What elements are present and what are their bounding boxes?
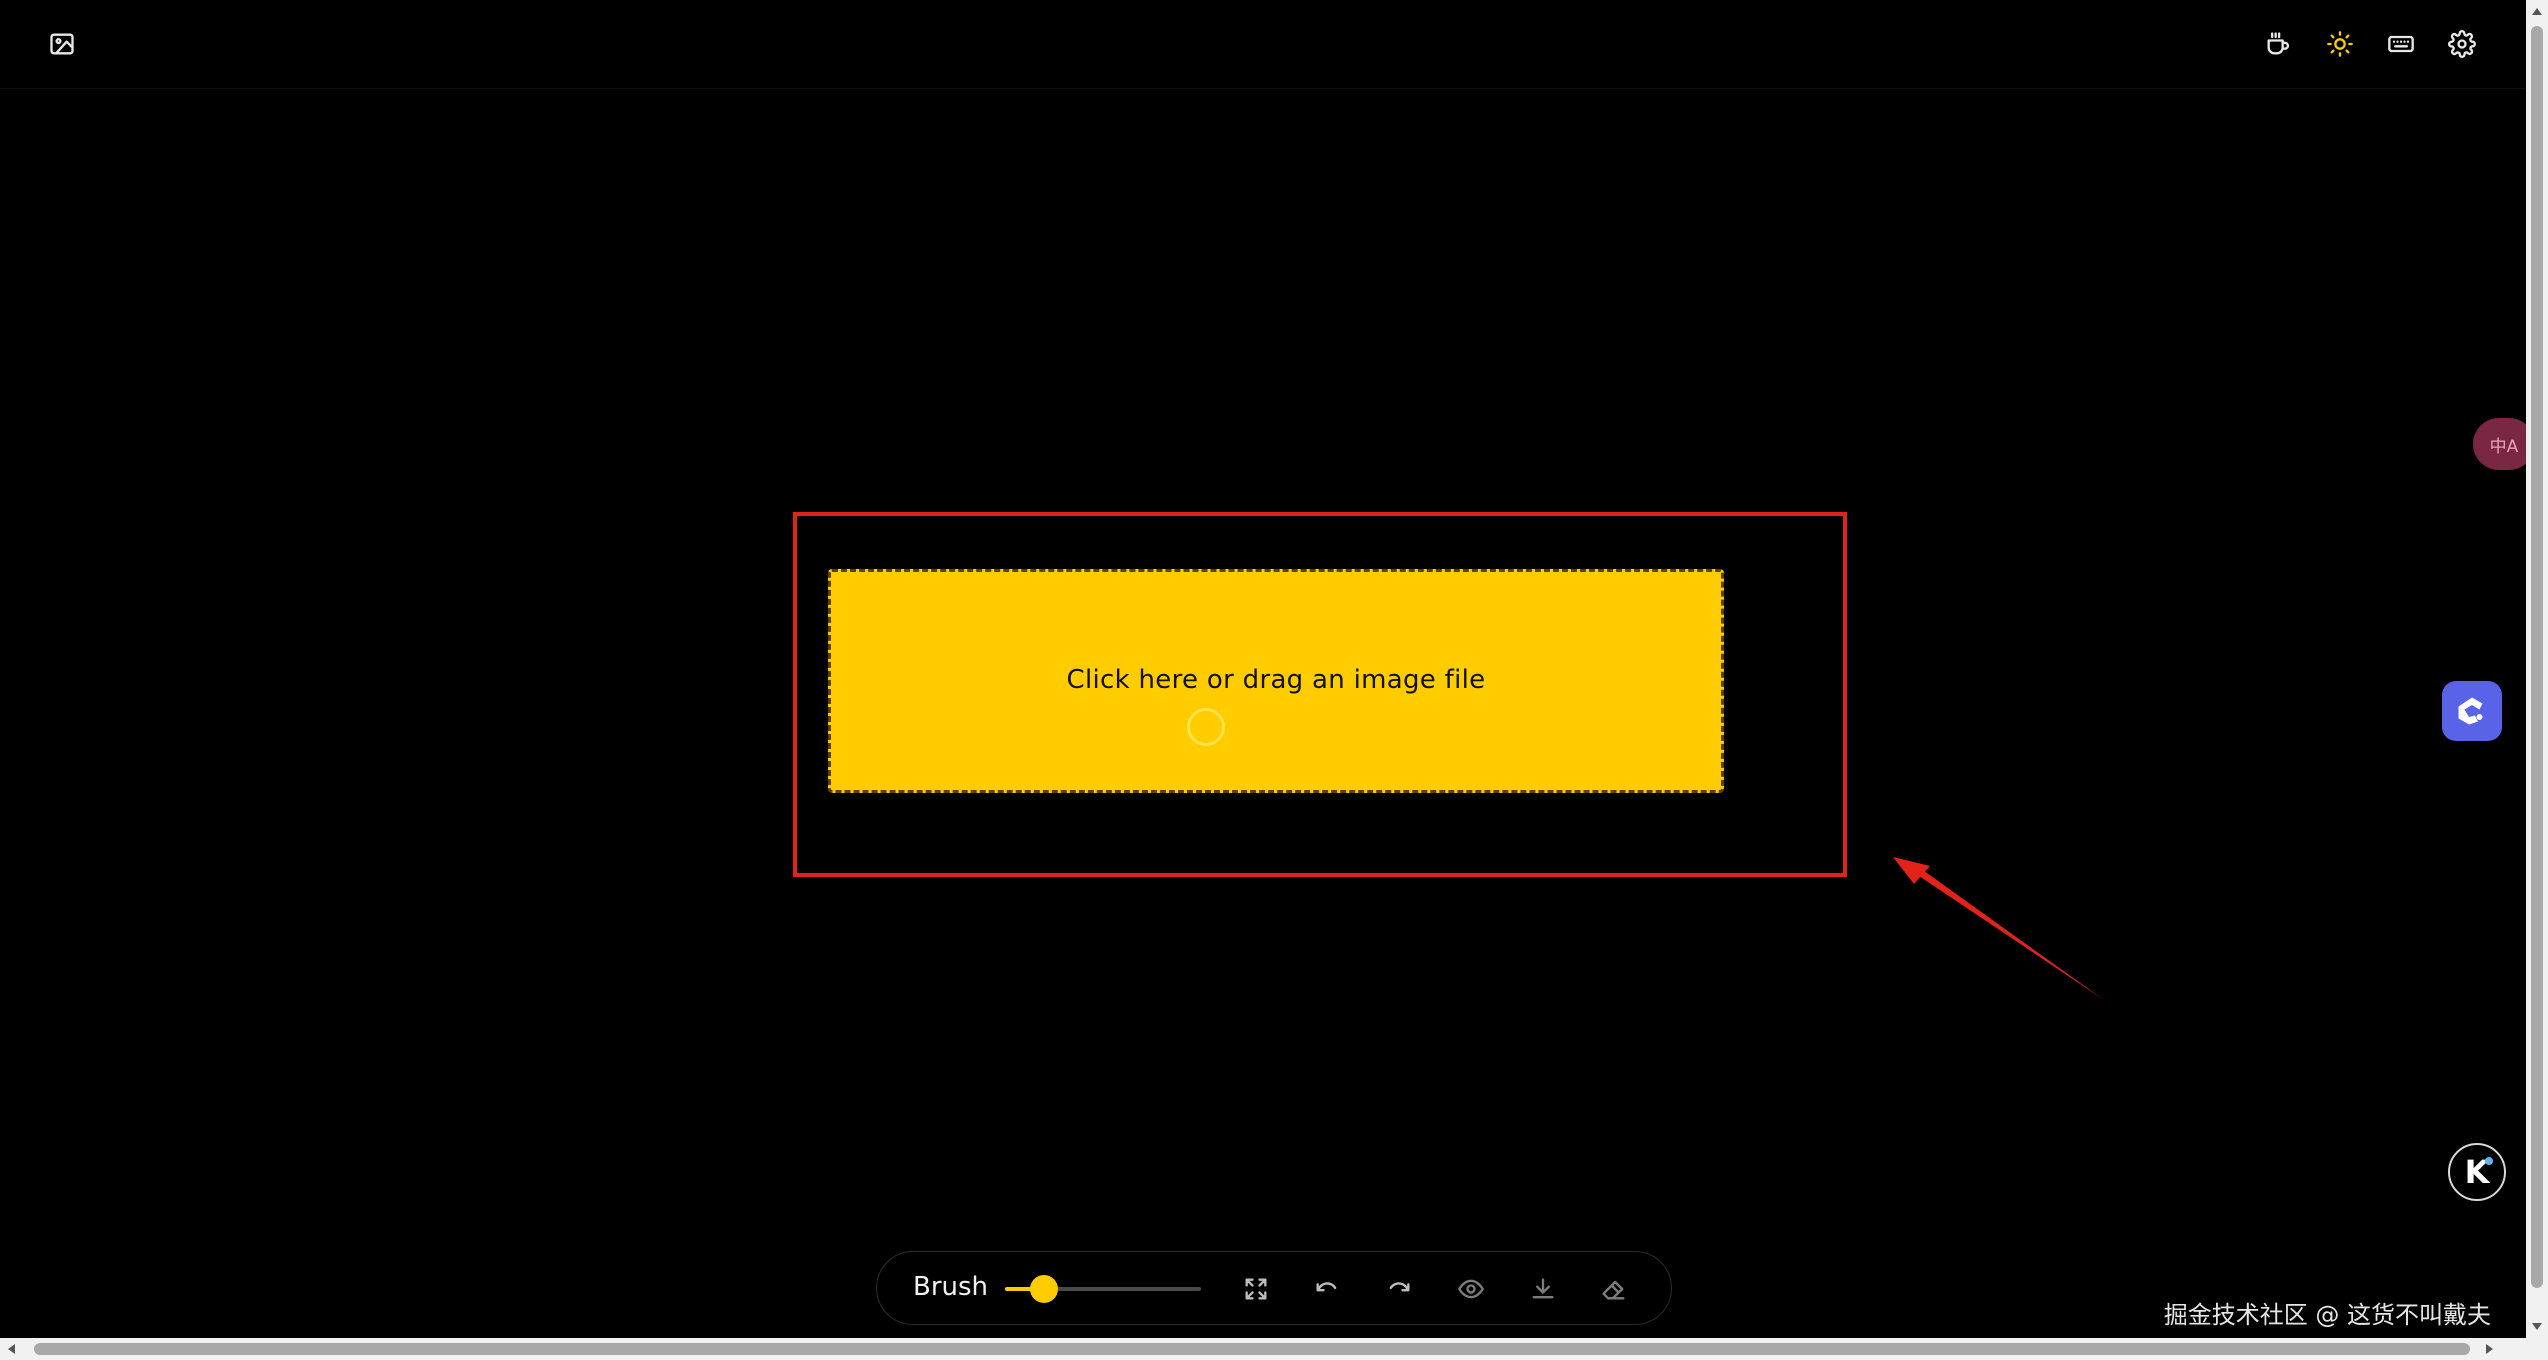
keyboard-icon[interactable]	[2377, 20, 2425, 68]
vertical-scroll-thumb[interactable]	[2531, 26, 2543, 1288]
image-dropzone[interactable]: Click here or drag an image file	[828, 569, 1724, 793]
top-header	[0, 0, 2526, 89]
k-assistant-button[interactable]: K	[2448, 1143, 2506, 1201]
download-icon[interactable]	[1520, 1266, 1566, 1312]
brush-label: Brush	[913, 1272, 989, 1302]
brush-cursor	[1187, 708, 1225, 746]
coffee-icon[interactable]	[2254, 20, 2302, 68]
scroll-up-icon[interactable]	[2532, 8, 2542, 15]
horizontal-scroll-thumb[interactable]	[34, 1343, 2470, 1355]
scroll-down-icon[interactable]	[2532, 1323, 2542, 1330]
sun-icon[interactable]	[2316, 20, 2364, 68]
redo-icon[interactable]	[1376, 1266, 1422, 1312]
translate-label: 中A	[2489, 436, 2519, 457]
scroll-left-icon[interactable]	[8, 1344, 15, 1354]
watermark: 掘金技术社区 @ 这货不叫戴夫	[2163, 1301, 2491, 1329]
translate-badge[interactable]: 中A	[2473, 418, 2526, 470]
bottom-toolbar: Brush	[876, 1251, 1672, 1325]
dropzone-label: Click here or drag an image file	[1066, 665, 1486, 695]
gear-icon[interactable]	[2438, 20, 2486, 68]
extension-icon[interactable]	[2442, 681, 2502, 741]
slider-thumb[interactable]	[1030, 1275, 1059, 1303]
horizontal-scrollbar[interactable]	[0, 1338, 2548, 1360]
scroll-right-icon[interactable]	[2486, 1344, 2493, 1354]
image-icon[interactable]	[38, 20, 86, 68]
app-viewport: Click here or drag an image file Brush 中…	[0, 0, 2526, 1338]
undo-icon[interactable]	[1304, 1266, 1350, 1312]
brush-size-slider[interactable]	[1005, 1272, 1201, 1306]
eraser-icon[interactable]	[1591, 1266, 1637, 1312]
fullscreen-icon[interactable]	[1233, 1266, 1279, 1312]
eye-icon[interactable]	[1448, 1266, 1494, 1312]
vertical-scrollbar[interactable]	[2526, 0, 2548, 1338]
k-dot	[2485, 1157, 2493, 1165]
